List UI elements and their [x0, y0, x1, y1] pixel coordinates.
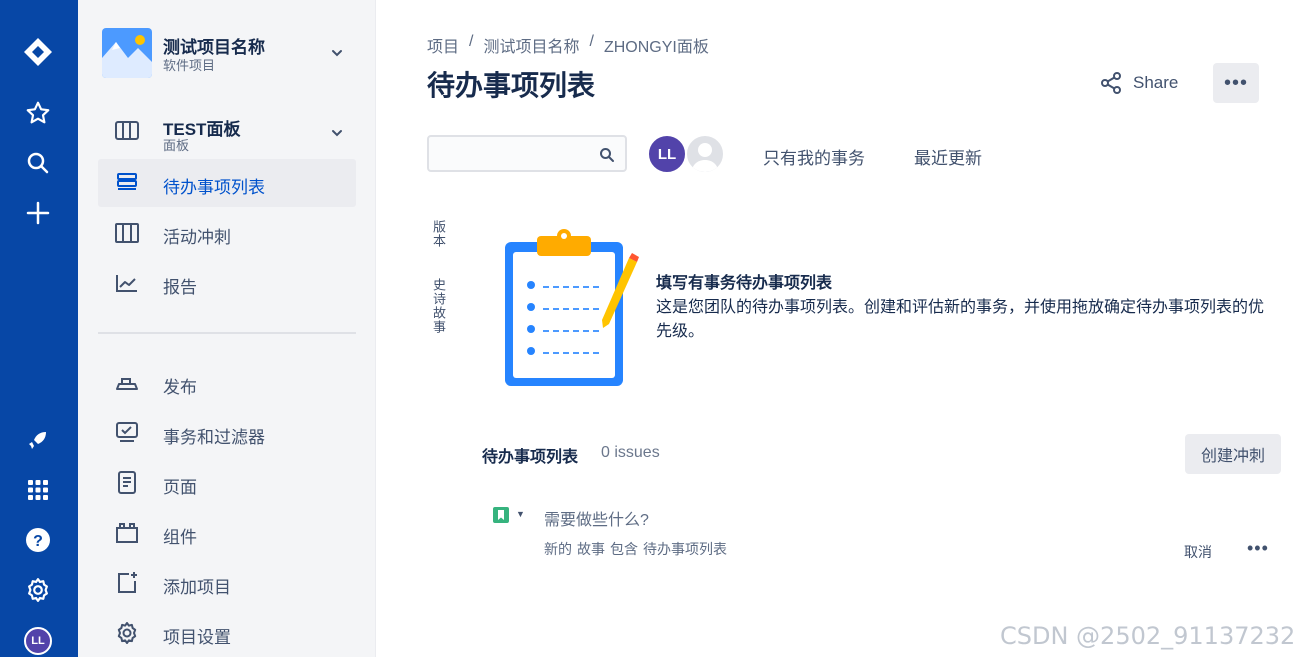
- share-label: Share: [1133, 73, 1179, 92]
- issue-more-button[interactable]: •••: [1247, 538, 1269, 559]
- chevron-down-icon: [332, 130, 342, 137]
- versions-tab[interactable]: 版本: [429, 220, 448, 248]
- quick-filter-my-issues[interactable]: 只有我的事务: [763, 144, 865, 169]
- issues-filters-icon: [114, 421, 140, 445]
- story-type-icon[interactable]: [493, 507, 509, 523]
- pages-icon: [114, 471, 140, 495]
- sidebar-item-issues-filters[interactable]: 事务和过滤器: [98, 409, 356, 457]
- sidebar-item-label: 活动冲刺: [163, 228, 231, 247]
- sidebar-item-reports[interactable]: 报告: [98, 259, 356, 307]
- quick-filter-recent[interactable]: 最近更新: [914, 144, 982, 169]
- breadcrumb-link-projects[interactable]: 项目: [427, 33, 459, 57]
- sidebar-item-label: 待办事项列表: [163, 178, 265, 197]
- share-button[interactable]: Share: [1099, 68, 1178, 98]
- sidebar-item-releases[interactable]: 发布: [98, 359, 356, 407]
- backlog-issue-count: 0 issues: [601, 444, 660, 461]
- cancel-button[interactable]: 取消: [1184, 542, 1212, 562]
- search-input[interactable]: [437, 143, 587, 165]
- help-icon[interactable]: ?: [18, 520, 58, 560]
- share-icon: [1101, 72, 1121, 94]
- empty-state-title: 填写有事务待办事项列表: [656, 275, 833, 292]
- page-title: 待办事项列表: [427, 70, 596, 101]
- breadcrumb: 项目 / 测试项目名称 / ZHONGYI面板: [427, 33, 709, 57]
- new-issue-hint: 新的 故事 包含 待办事项列表: [544, 539, 727, 559]
- jira-logo-icon[interactable]: [18, 32, 58, 72]
- person-icon: [691, 143, 719, 172]
- sidebar-item-label: 事务和过滤器: [163, 428, 265, 447]
- sidebar-item-label: 报告: [163, 278, 197, 297]
- avatar-filter-user[interactable]: LL: [647, 134, 687, 174]
- global-nav: ? LL: [0, 0, 78, 657]
- sidebar-item-label: 组件: [163, 528, 197, 547]
- user-avatar-initials: LL: [24, 627, 52, 655]
- hint-word: 包含: [610, 541, 638, 557]
- avatar-filter-unassigned[interactable]: [685, 134, 725, 174]
- app-switcher-icon[interactable]: [18, 470, 58, 510]
- sidebar-item-project-settings[interactable]: 项目设置: [98, 609, 356, 657]
- reports-icon: [114, 271, 140, 295]
- components-icon: [114, 521, 140, 545]
- sidebar-item-pages[interactable]: 页面: [98, 459, 356, 507]
- create-sprint-button[interactable]: 创建冲刺: [1185, 434, 1281, 474]
- sidebar-divider: [98, 332, 356, 334]
- settings-icon: [114, 621, 140, 645]
- sidebar-item-label: 发布: [163, 378, 197, 397]
- add-item-icon: [114, 571, 140, 595]
- breadcrumb-separator: /: [469, 33, 474, 50]
- board-switcher[interactable]: TEST面板 面板: [102, 113, 362, 153]
- new-issue-input[interactable]: 需要做些什么?: [544, 506, 649, 530]
- caret-down-icon[interactable]: ▼: [516, 509, 525, 519]
- board-type: 面板: [163, 138, 190, 153]
- epics-tab[interactable]: 史诗故事: [429, 278, 448, 334]
- search-icon[interactable]: [18, 143, 58, 183]
- releases-icon: [114, 371, 140, 395]
- active-sprint-icon: [114, 221, 140, 245]
- search-icon: [600, 148, 614, 162]
- project-type: 软件项目: [163, 58, 216, 73]
- create-icon[interactable]: [18, 193, 58, 233]
- empty-state-description: 这是您团队的待办事项列表。创建和评估新的事务，并使用拖放确定待办事项列表的优先级…: [656, 299, 1265, 340]
- sidebar-item-components[interactable]: 组件: [98, 509, 356, 557]
- project-switcher[interactable]: 测试项目名称 软件项目: [102, 28, 362, 80]
- project-avatar: [102, 28, 152, 78]
- project-sidebar: 测试项目名称 软件项目 TEST面板 面板 待办事项列表 活动冲刺 报告 发布: [78, 0, 376, 657]
- sidebar-item-label: 项目设置: [163, 628, 231, 647]
- breadcrumb-link-board[interactable]: ZHONGYI面板: [604, 33, 709, 57]
- chevron-down-icon: [332, 50, 342, 57]
- gear-icon[interactable]: [18, 570, 58, 610]
- backlog-icon: [114, 171, 140, 195]
- star-icon[interactable]: [18, 93, 58, 133]
- breadcrumb-link-project[interactable]: 测试项目名称: [483, 33, 579, 57]
- backlog-title: 待办事项列表: [482, 449, 579, 466]
- main-content: 项目 / 测试项目名称 / ZHONGYI面板 待办事项列表 Share •••…: [377, 0, 1304, 657]
- rocket-icon[interactable]: [18, 420, 58, 460]
- hint-word: 故事: [577, 541, 605, 557]
- user-avatar[interactable]: LL: [18, 621, 58, 661]
- sidebar-item-backlog[interactable]: 待办事项列表: [98, 159, 356, 207]
- search-field[interactable]: [427, 135, 627, 172]
- sidebar-item-label: 添加项目: [163, 578, 231, 597]
- hint-word: 待办事项列表: [643, 541, 727, 557]
- sidebar-item-add-item[interactable]: 添加项目: [98, 559, 356, 607]
- hint-word: 新的: [544, 541, 572, 557]
- sidebar-item-label: 页面: [163, 478, 197, 497]
- watermark: CSDN @2502_91137232: [1000, 622, 1296, 650]
- clipboard-illustration: [503, 228, 639, 388]
- breadcrumb-separator: /: [589, 33, 594, 50]
- svg-text:?: ?: [33, 533, 43, 550]
- sidebar-item-active-sprint[interactable]: 活动冲刺: [98, 209, 356, 257]
- more-actions-button[interactable]: •••: [1213, 63, 1259, 103]
- board-icon: [114, 119, 142, 148]
